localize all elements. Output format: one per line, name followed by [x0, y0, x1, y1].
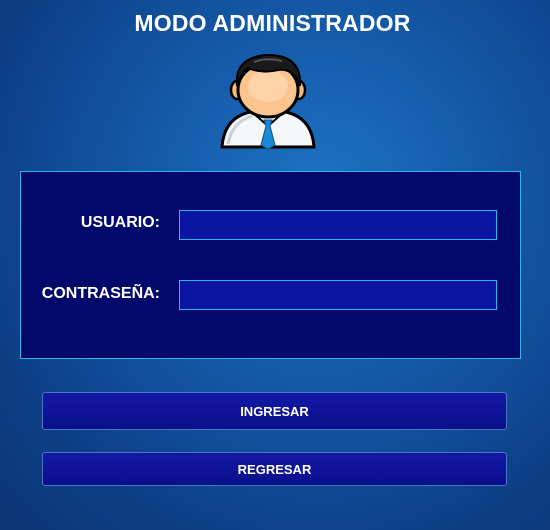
username-label: USUARIO: [80, 214, 160, 231]
username-input[interactable] [179, 210, 497, 240]
password-input[interactable] [179, 280, 497, 310]
back-button[interactable]: REGRESAR [42, 452, 507, 486]
password-label: CONTRASEÑA: [41, 285, 160, 302]
login-button[interactable]: INGRESAR [42, 392, 507, 430]
admin-user-icon [220, 53, 316, 150]
login-panel [20, 171, 521, 359]
page-title: MODO ADMINISTRADOR [134, 10, 411, 36]
